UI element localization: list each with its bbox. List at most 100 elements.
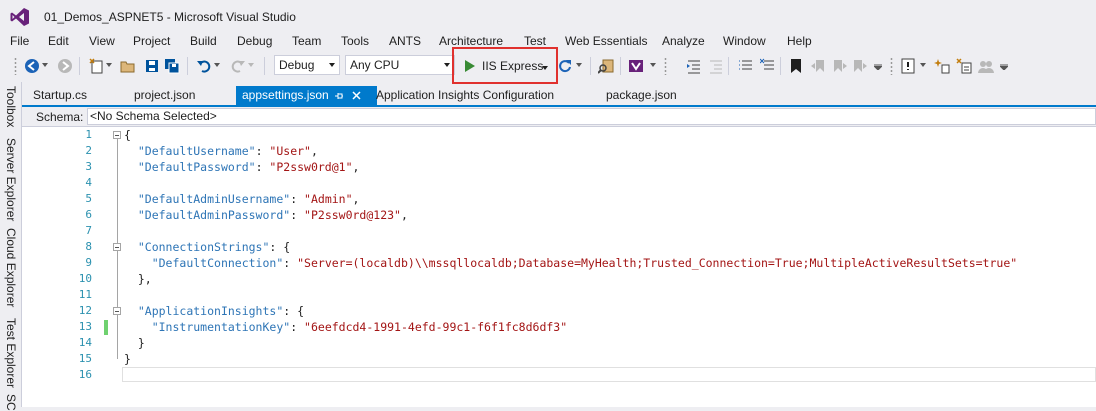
line-number: 4 — [85, 176, 92, 189]
brace: }, — [137, 272, 152, 286]
close-icon[interactable] — [352, 91, 361, 100]
line-number: 14 — [78, 336, 92, 349]
menu-window[interactable]: Window — [723, 34, 766, 48]
collapse-region-icon[interactable] — [113, 243, 121, 251]
menu-web-essentials[interactable]: Web Essentials — [565, 34, 647, 48]
toolbar-grip[interactable] — [890, 57, 893, 75]
add-item-icon[interactable] — [934, 58, 950, 74]
menu-tools[interactable]: Tools — [341, 34, 369, 48]
code-editor[interactable]: 1 2 3 4 5 6 7 8 9 10 11 12 13 14 15 16 {… — [22, 127, 1096, 407]
toolbar-separator — [590, 57, 591, 75]
toolbar-separator — [780, 57, 781, 75]
refresh-browser-icon[interactable] — [557, 58, 573, 74]
save-icon[interactable] — [144, 58, 160, 74]
sc-tab[interactable]: SC — [4, 394, 18, 411]
refresh-dropdown-icon[interactable] — [576, 62, 582, 68]
line-number: 3 — [85, 160, 92, 173]
forward-navigation-icon[interactable] — [57, 58, 73, 74]
toolbar-separator — [79, 57, 80, 75]
undo-icon[interactable] — [196, 58, 212, 74]
menu-test[interactable]: Test — [524, 34, 546, 48]
code-line: "DefaultAdminPassword": "P2ssw0rd@123", — [137, 208, 408, 222]
json-key: "ConnectionStrings" — [137, 240, 270, 254]
visual-studio-logo-icon — [10, 7, 30, 27]
toolbar-overflow-icon[interactable] — [1000, 64, 1008, 70]
open-folder-icon[interactable] — [120, 58, 136, 74]
visual-studio-feedback-icon[interactable] — [628, 58, 644, 74]
line-number: 12 — [78, 304, 92, 317]
back-dropdown-icon[interactable] — [42, 62, 48, 68]
find-in-files-icon[interactable] — [598, 58, 614, 74]
line-number: 15 — [78, 352, 92, 365]
redo-dropdown-icon[interactable] — [248, 62, 254, 68]
json-string: "Server=(localdb)\\mssqllocaldb;Database… — [297, 256, 1018, 270]
tab-startup-cs[interactable]: Startup.cs — [27, 86, 123, 105]
schema-selector[interactable]: <No Schema Selected> — [87, 108, 1096, 125]
highlight-box — [452, 47, 558, 84]
menu-view[interactable]: View — [89, 34, 115, 48]
toolbar-overflow-icon[interactable] — [874, 64, 882, 70]
feedback-dropdown-icon[interactable] — [650, 62, 656, 68]
solution-configuration-dropdown[interactable]: Debug — [274, 55, 340, 75]
window-title: 01_Demos_ASPNET5 - Microsoft Visual Stud… — [44, 10, 296, 24]
pin-icon[interactable] — [334, 91, 344, 101]
redo-icon[interactable] — [230, 58, 246, 74]
uncomment-lines-icon[interactable] — [760, 58, 776, 74]
format-disabled-icon — [708, 58, 724, 74]
brace: } — [137, 336, 145, 350]
quick-info-icon[interactable] — [900, 58, 916, 74]
tab-application-insights-configuration[interactable]: Application Insights Configuration — [370, 86, 596, 105]
code-line: "InstrumentationKey": "6eefdcd4-1991-4ef… — [151, 320, 568, 334]
document-tab-strip: Startup.cs project.json appsettings.json… — [22, 86, 1096, 106]
quick-info-dropdown-icon[interactable] — [920, 62, 926, 68]
new-project-icon[interactable] — [89, 58, 105, 74]
menu-analyze[interactable]: Analyze — [662, 34, 705, 48]
solution-platform-dropdown[interactable]: Any CPU — [345, 55, 455, 75]
json-string: "Admin" — [304, 192, 353, 206]
tab-package-json[interactable]: package.json — [600, 86, 706, 105]
collapse-region-icon[interactable] — [113, 131, 121, 139]
bookmark-icon[interactable] — [788, 58, 804, 74]
menu-edit[interactable]: Edit — [48, 34, 69, 48]
code-line: } — [124, 335, 145, 351]
title-bar: 01_Demos_ASPNET5 - Microsoft Visual Stud… — [0, 0, 1096, 32]
toolbar-grip[interactable] — [14, 57, 17, 75]
tab-appsettings-json[interactable]: appsettings.json — [236, 86, 377, 105]
toolbar-grip[interactable] — [664, 57, 667, 75]
json-string: "User" — [269, 144, 311, 158]
previous-bookmark-icon — [810, 58, 826, 74]
menu-team[interactable]: Team — [292, 34, 321, 48]
toolbox-tab[interactable]: Toolbox — [4, 86, 18, 127]
menu-file[interactable]: File — [10, 34, 29, 48]
menu-help[interactable]: Help — [787, 34, 812, 48]
toolbar-separator — [187, 57, 188, 75]
new-dropdown-icon[interactable] — [106, 62, 112, 68]
code-line: } — [124, 351, 131, 367]
menu-ants[interactable]: ANTS — [389, 34, 421, 48]
menu-architecture[interactable]: Architecture — [439, 34, 503, 48]
collapse-region-icon[interactable] — [113, 307, 121, 315]
save-all-icon[interactable] — [164, 58, 180, 74]
format-left-icon[interactable] — [686, 58, 702, 74]
line-number: 9 — [85, 256, 92, 269]
chevron-down-icon — [444, 63, 450, 67]
back-navigation-icon[interactable] — [24, 58, 40, 74]
menu-debug[interactable]: Debug — [237, 34, 272, 48]
menu-build[interactable]: Build — [190, 34, 217, 48]
comment-lines-icon[interactable] — [738, 58, 754, 74]
json-key: "DefaultAdminUsername" — [137, 192, 291, 206]
current-line-highlight — [122, 367, 1096, 382]
cloud-explorer-tab[interactable]: Cloud Explorer — [4, 228, 18, 307]
tab-project-json[interactable]: project.json — [128, 86, 234, 105]
next-bookmark-in-folder-icon — [852, 58, 868, 74]
menu-project[interactable]: Project — [133, 34, 170, 48]
code-line: "DefaultPassword": "P2ssw0rd@1", — [137, 160, 360, 174]
test-explorer-tab[interactable]: Test Explorer — [4, 318, 18, 388]
server-explorer-tab[interactable]: Server Explorer — [4, 138, 18, 221]
line-number: 13 — [78, 320, 92, 333]
line-number: 1 — [85, 128, 92, 141]
new-folder-icon[interactable] — [956, 58, 972, 74]
toolbar-separator — [728, 57, 729, 75]
undo-dropdown-icon[interactable] — [214, 62, 220, 68]
code-line: "ConnectionStrings": { — [137, 240, 291, 254]
